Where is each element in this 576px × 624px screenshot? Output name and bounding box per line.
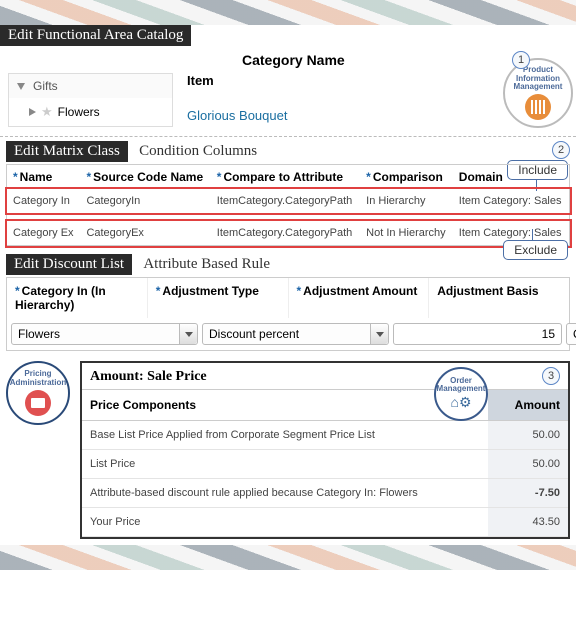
item-column-header: Item <box>187 73 287 88</box>
item-link[interactable]: Glorious Bouquet <box>187 108 287 123</box>
table-row: Your Price43.50 <box>82 508 568 537</box>
pricing-admin-badge: PricingAdministration <box>6 361 70 425</box>
table-row-include[interactable]: Category In CategoryIn ItemCategory.Cate… <box>7 189 570 213</box>
adj-type-select[interactable] <box>202 323 389 345</box>
step-badge-2: 2 <box>552 141 570 159</box>
adj-type-input[interactable] <box>203 327 370 341</box>
category-name-header: Category Name <box>242 52 345 68</box>
step-badge-1: 1 <box>512 51 530 69</box>
section-edit-catalog: Edit Functional Area Catalog 1 ProductIn… <box>0 25 576 132</box>
abr-header-row: *Category In (In Hierarchy) *Adjustment … <box>7 278 569 318</box>
star-icon: ★ <box>41 104 53 120</box>
table-row: Base List Price Applied from Corporate S… <box>82 421 568 450</box>
section3-title: Edit Discount List <box>6 254 132 275</box>
price-components-table: Price ComponentsAmount Base List Price A… <box>82 389 568 537</box>
category-select-input[interactable] <box>12 327 179 341</box>
pim-badge: ProductInformationManagement <box>503 58 573 128</box>
dropdown-icon[interactable] <box>370 324 388 344</box>
amount-card-title: Amount: Sale Price <box>82 363 568 389</box>
decorative-band-top <box>0 0 576 25</box>
amount-card: 3 OrderManagement ⌂⚙ Amount: Sale Price … <box>80 361 570 539</box>
section2-subtitle: Condition Columns <box>131 141 265 162</box>
section-amount: PricingAdministration 3 OrderManagement … <box>0 355 576 545</box>
section3-subtitle: Attribute Based Rule <box>135 254 278 275</box>
step-badge-3: 3 <box>542 367 560 385</box>
section-divider <box>0 136 576 137</box>
decorative-band-bottom <box>0 545 576 570</box>
org-icon: ⌂⚙ <box>450 394 471 411</box>
table-row: Attribute-based discount rule applied be… <box>82 479 568 508</box>
order-mgmt-badge: OrderManagement ⌂⚙ <box>434 367 488 421</box>
expand-down-icon <box>17 83 25 90</box>
category-tree-panel: Gifts ★ Flowers <box>8 73 173 127</box>
condition-columns-table: *Name *Source Code Name *Compare to Attr… <box>6 164 570 246</box>
table-row-exclude[interactable]: Category Ex CategoryEx ItemCategory.Cate… <box>7 221 570 246</box>
tree-node-gifts[interactable]: Gifts <box>9 74 172 98</box>
adj-basis-input[interactable] <box>567 327 576 341</box>
tree-node-flowers[interactable]: ★ Flowers <box>9 98 172 126</box>
dropdown-icon[interactable] <box>179 324 197 344</box>
ticket-icon <box>25 390 51 416</box>
section-edit-discount: Edit Discount List Attribute Based Rule … <box>0 250 576 355</box>
category-select[interactable] <box>11 323 198 345</box>
adj-basis-select[interactable] <box>566 323 576 345</box>
section-edit-matrix: Edit Matrix Class Condition Columns 2 In… <box>0 139 576 250</box>
section2-title: Edit Matrix Class <box>6 141 128 162</box>
table-row: List Price50.00 <box>82 450 568 479</box>
adj-amount-input[interactable] <box>393 323 562 345</box>
section1-title: Edit Functional Area Catalog <box>0 25 191 46</box>
expand-right-icon <box>29 108 36 116</box>
barcode-icon <box>525 94 551 120</box>
table-header-row: *Name *Source Code Name *Compare to Attr… <box>7 165 570 190</box>
